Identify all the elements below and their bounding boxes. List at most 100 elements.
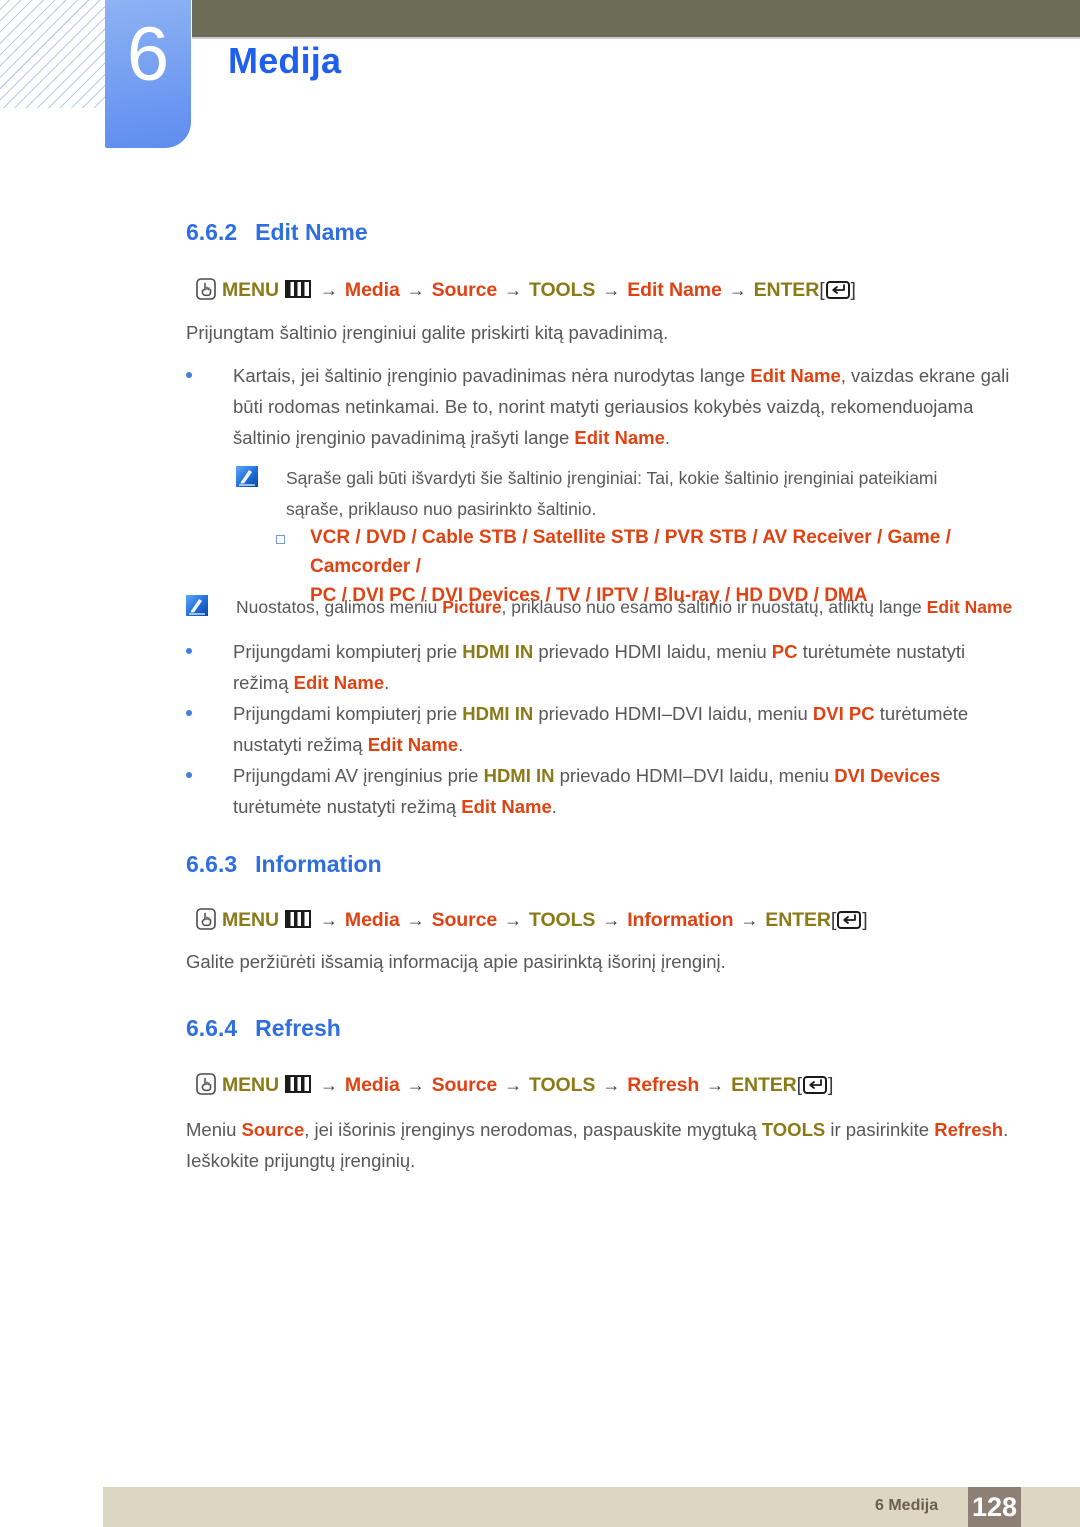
highlight-pc: PC	[771, 641, 798, 662]
footer-page-number: 128	[968, 1487, 1021, 1527]
highlight-edit-name: Edit Name	[926, 597, 1013, 617]
hand-press-icon	[196, 908, 216, 930]
enter-return-icon	[837, 911, 862, 929]
hand-press-icon	[196, 278, 216, 300]
section-number: 6.6.2	[186, 219, 238, 245]
device-list-line-1: VCR / DVD / Cable STB / Satellite STB / …	[310, 527, 951, 577]
bullet-dot	[186, 710, 192, 716]
section-heading-edit-name: 6.6.2 Edit Name	[186, 219, 368, 246]
bullet-hdmi-dvi-pc: Prijungdami kompiuterį prie HDMI IN prie…	[186, 698, 1016, 760]
highlight-dvi-devices: DVI Devices	[834, 765, 941, 786]
hatch-pattern-decoration	[0, 0, 106, 108]
breadcrumb-menu-label: MENU	[222, 1074, 280, 1096]
bracket-close: ]	[827, 1074, 834, 1096]
note-device-list: Sąraše gali būti išvardyti šie šaltinio …	[236, 463, 996, 525]
bullet-text: Prijungdami kompiuterį prie HDMI IN prie…	[233, 698, 1016, 760]
highlight-edit-name: Edit Name	[367, 734, 459, 755]
highlight-hdmi-in: HDMI IN	[483, 765, 555, 786]
intro-paragraph-information: Galite peržiūrėti išsamią informaciją ap…	[186, 951, 726, 972]
breadcrumb-item-edit-name: Edit Name	[627, 279, 722, 301]
highlight-picture: Picture	[442, 597, 502, 617]
breadcrumb-item-source: Source	[431, 1074, 498, 1096]
header-underline	[192, 37, 1080, 39]
page-header: 6 Medija	[0, 0, 1080, 150]
bullet-text-part: Prijungdami kompiuterį prie	[233, 641, 463, 662]
note-picture-settings: Nuostatos, galimos meniu Picture, prikla…	[186, 592, 1016, 623]
breadcrumb-edit-name: MENU → Media → Source → TOOLS → Edit Name → ENTER[…	[196, 278, 856, 302]
breadcrumb-item-refresh: Refresh	[627, 1074, 700, 1096]
highlight-source: Source	[241, 1119, 305, 1140]
arrow-separator: →	[406, 1075, 425, 1095]
section-title: Edit Name	[255, 219, 368, 245]
bracket-open: [	[796, 1074, 802, 1096]
arrow-separator: →	[602, 280, 621, 300]
arrow-separator: →	[740, 910, 759, 930]
bullet-dot	[186, 372, 192, 378]
bullet-text-part: .	[384, 672, 390, 693]
breadcrumb-item-media: Media	[344, 279, 400, 301]
breadcrumb-item-source: Source	[431, 909, 498, 931]
bullet-text-part: .	[551, 796, 557, 817]
square-bullet	[276, 535, 285, 544]
enter-return-icon	[802, 1076, 827, 1094]
highlight-dvi-pc: DVI PC	[812, 703, 875, 724]
refresh-body-paragraph: Meniu Source, jei išorinis įrenginys ner…	[186, 1114, 1016, 1176]
section-heading-information: 6.6.3 Information	[186, 851, 382, 878]
section-title: Information	[255, 851, 382, 877]
bullet-text-part: Kartais, jei šaltinio įrenginio pavadini…	[233, 365, 751, 386]
highlight-refresh: Refresh	[934, 1119, 1004, 1140]
breadcrumb-enter-label: ENTER	[731, 1074, 797, 1096]
menu-bars-icon	[285, 1075, 312, 1093]
footer-chapter-label: 6 Medija	[875, 1497, 939, 1514]
bracket-open: [	[819, 279, 825, 301]
note-text-part: Nuostatos, galimos meniu	[236, 597, 443, 617]
chapter-title: Medija	[228, 40, 342, 81]
note-text-part: , priklauso nuo esamo šaltinio ir nuosta…	[501, 597, 927, 617]
breadcrumb-item-tools: TOOLS	[529, 1074, 596, 1096]
bracket-close: ]	[862, 909, 868, 931]
arrow-separator: →	[320, 280, 338, 300]
breadcrumb-item-tools: TOOLS	[529, 279, 596, 301]
bracket-open: [	[830, 909, 837, 931]
note-text: Sąraše gali būti išvardyti šie šaltinio …	[286, 468, 938, 519]
breadcrumb-item-media: Media	[344, 909, 400, 931]
bullet-text-part: turėtumėte nustatyti režimą	[233, 796, 462, 817]
bullet-text-part: .	[458, 734, 464, 755]
arrow-separator: →	[728, 280, 747, 300]
bullet-text-part: .	[664, 427, 671, 448]
bullet-dot	[186, 772, 192, 778]
bullet-text: Prijungdami kompiuterį prie HDMI IN prie…	[233, 636, 1006, 698]
breadcrumb-item-tools: TOOLS	[529, 909, 596, 931]
breadcrumb-refresh: MENU → Media → Source → TOOLS → Refresh → ENTER[ ]	[196, 1073, 833, 1097]
body-text-part: ir pasirinkite	[825, 1119, 935, 1140]
bracket-close: ]	[850, 279, 856, 301]
highlight-tools: TOOLS	[761, 1119, 826, 1140]
arrow-separator: →	[406, 280, 425, 300]
breadcrumb-enter-label: ENTER	[765, 909, 831, 931]
arrow-separator: →	[706, 1075, 725, 1095]
header-olive-bar	[192, 0, 1080, 37]
note-text: Nuostatos, galimos meniu Picture, prikla…	[236, 592, 1016, 623]
pencil-note-icon	[236, 466, 258, 487]
arrow-separator: →	[504, 910, 523, 930]
bullet-text-part: Prijungdami kompiuterį prie	[233, 703, 463, 724]
highlight-edit-name: Edit Name	[461, 796, 552, 817]
chapter-number: 6	[126, 12, 170, 97]
bullet-hdmi-dvi-devices: Prijungdami AV įrenginius prie HDMI IN p…	[186, 760, 1006, 822]
highlight-edit-name: Edit Name	[750, 365, 841, 386]
breadcrumb-item-media: Media	[344, 1074, 400, 1096]
bullet-text: Kartais, jei šaltinio įrenginio pavadini…	[233, 360, 1011, 453]
section-number: 6.6.3	[186, 851, 238, 877]
chapter-tab: 6	[105, 0, 191, 148]
hand-press-icon	[196, 1073, 216, 1095]
menu-bars-icon	[285, 280, 312, 298]
bullet-edit-name-note: Kartais, jei šaltinio įrenginio pavadini…	[186, 360, 1011, 453]
breadcrumb-enter-label: ENTER	[753, 279, 820, 301]
arrow-separator: →	[504, 1075, 523, 1095]
bullet-text: Prijungdami AV įrenginius prie HDMI IN p…	[233, 760, 1006, 822]
section-title: Refresh	[255, 1015, 341, 1041]
arrow-separator: →	[504, 280, 523, 300]
breadcrumb-menu-label: MENU	[222, 279, 280, 301]
breadcrumb-item-source: Source	[431, 279, 498, 301]
bullet-text-part: prievado HDMI–DVI laidu, meniu	[554, 765, 835, 786]
